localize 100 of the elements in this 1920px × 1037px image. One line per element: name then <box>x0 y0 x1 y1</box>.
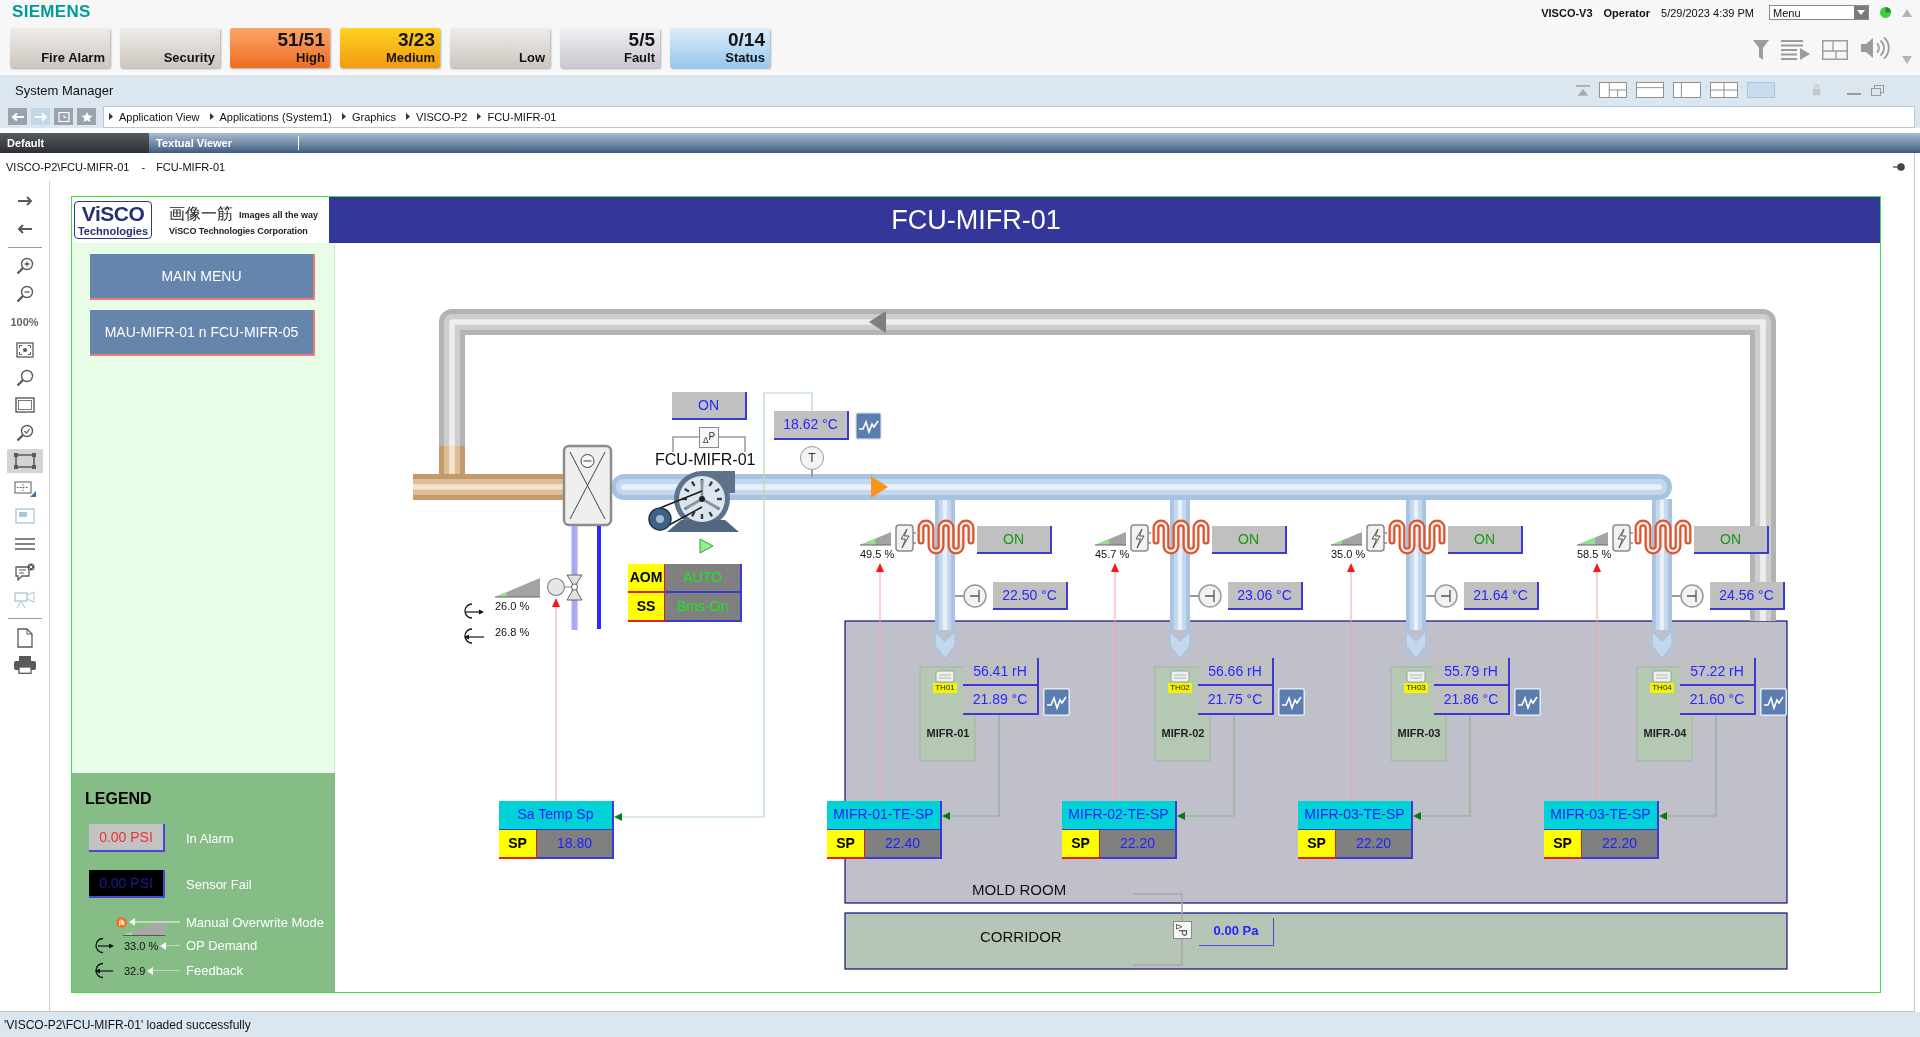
page-clock-icon <box>56 111 71 122</box>
lightning-icon <box>1366 524 1388 552</box>
percent-reading: 26.0 % <box>495 601 530 614</box>
legend-value: 32.9 <box>124 964 146 977</box>
setpoint-label: SP <box>499 830 537 859</box>
trend-icon[interactable] <box>1278 688 1305 716</box>
pressure-sensor: $_{Δ}$P <box>699 427 719 448</box>
menu-icon <box>14 538 35 551</box>
restore-icon[interactable] <box>1871 84 1884 96</box>
speaker-icon[interactable] <box>1860 36 1890 60</box>
nav-button[interactable]: MAIN MENU <box>90 254 315 300</box>
alarm-button[interactable]: Fire Alarm <box>10 28 110 68</box>
alarm-button[interactable]: Low <box>450 28 550 68</box>
menu-dropdown[interactable]: Menu <box>1769 5 1869 20</box>
breadcrumb-link[interactable]: FCU-MIFR-01 <box>487 110 557 123</box>
flow-arrow-icon <box>1651 629 1673 661</box>
setpoint-label: SP <box>827 830 865 859</box>
caret-up-icon[interactable] <box>1902 8 1912 17</box>
setpoint-value: 22.20 <box>1100 830 1177 859</box>
page-icon <box>16 627 33 648</box>
caret-right-icon <box>477 113 482 120</box>
collapse-icon[interactable] <box>1576 84 1590 96</box>
alarm-button[interactable]: 5/5 Fault <box>560 28 660 68</box>
flow-arrow-icon <box>869 311 886 333</box>
view-tab[interactable]: Default <box>0 133 149 153</box>
temperature-display: 23.06 °C <box>1228 582 1303 610</box>
caret-down-icon[interactable] <box>1902 56 1912 64</box>
demand-icon <box>92 937 114 954</box>
feedback-icon <box>464 628 485 644</box>
alarm-button[interactable]: Security <box>120 28 220 68</box>
pin-icon[interactable] <box>1893 163 1905 171</box>
select-area-button[interactable] <box>6 448 43 473</box>
percent-reading: 49.5 % <box>860 549 895 562</box>
temperature-sensor: T <box>800 446 824 470</box>
caret-right-icon <box>342 113 346 120</box>
date-time: 5/29/2023 4:39 PM <box>1661 6 1754 19</box>
rectangle-icon <box>14 397 35 414</box>
breadcrumb-link[interactable]: Graphics <box>352 110 397 123</box>
zoom-in-icon <box>15 257 34 276</box>
flow-arrow-icon <box>1169 629 1191 661</box>
alarm-button[interactable]: 51/51 High <box>230 28 330 68</box>
start-stop-label: SS <box>628 593 665 622</box>
heating-coil-icon <box>917 519 975 555</box>
temperature-display: 21.86 °C <box>1434 686 1510 715</box>
thermostat-icon <box>1406 670 1426 683</box>
comment-icon <box>14 563 35 582</box>
pane-layout-icon[interactable] <box>1673 82 1701 98</box>
temperature-sensor-icon <box>1189 584 1222 608</box>
pane-layout-icon[interactable] <box>1710 82 1738 98</box>
alarm-button[interactable]: 3/23 Medium <box>340 28 440 68</box>
heating-coil-icon <box>1388 519 1446 555</box>
window-layout-icon[interactable] <box>1822 40 1848 60</box>
breadcrumb-link[interactable]: Application View <box>119 110 200 123</box>
mode-label: AOM <box>628 564 665 593</box>
document-name: FCU-MIFR-01 <box>156 161 226 173</box>
status-display: ON <box>1212 526 1287 554</box>
fail-value-display: 0.00 PSI <box>89 870 165 898</box>
temperature-display: 24.56 °C <box>1710 582 1785 610</box>
graphic-title: FCU-MIFR-01 <box>891 204 1061 236</box>
nav-button[interactable]: MAU-MIFR-01 n FCU-MIFR-05 <box>90 310 315 356</box>
trend-icon[interactable] <box>1760 688 1787 716</box>
view-tab[interactable]: Textual Viewer <box>149 133 298 153</box>
trend-icon[interactable] <box>855 412 882 440</box>
camera-icon <box>13 590 36 609</box>
caret-right-icon <box>109 113 113 120</box>
setpoint-title: MIFR-01-TE-SP <box>827 801 942 830</box>
breadcrumb-link[interactable]: VISCO-P2 <box>416 110 468 123</box>
humidity-display: 56.41 rH <box>963 658 1039 686</box>
sensor-stem <box>811 469 813 478</box>
logo-tagline: Images all the way <box>239 209 319 220</box>
alarm-button[interactable]: 0/14 Status <box>670 28 770 68</box>
valve-icon <box>546 574 583 601</box>
trend-icon[interactable] <box>1514 688 1541 716</box>
search-icon <box>15 368 34 387</box>
heating-coil-icon <box>1634 519 1692 555</box>
playlist-icon[interactable] <box>1781 40 1810 60</box>
favorites-button[interactable] <box>77 108 96 125</box>
feedback-icon <box>92 962 114 979</box>
zoom-out-icon <box>15 285 34 304</box>
trend-icon[interactable] <box>1043 688 1070 716</box>
history-button[interactable] <box>54 108 73 125</box>
temperature-display: 21.89 °C <box>963 686 1039 715</box>
document-path: VISCO-P2\FCU-MIFR-01 <box>6 161 130 173</box>
pane-layout-icon[interactable] <box>1636 82 1664 98</box>
filter-icon[interactable] <box>1753 40 1769 60</box>
setpoint-title: MIFR-03-TE-SP <box>1298 801 1413 830</box>
setpoint-label: SP <box>1544 830 1582 859</box>
mode-value: AUTO <box>665 564 742 593</box>
user-name: Operator <box>1603 6 1651 19</box>
breadcrumb-link[interactable]: Applications (System1) <box>219 110 332 123</box>
temperature-display: 21.60 °C <box>1680 686 1756 715</box>
run-indicator-icon <box>699 538 714 554</box>
alarm-value-display: 0.00 PSI <box>89 824 165 852</box>
legend-label: Manual Overwrite Mode <box>186 915 324 930</box>
status-display: ON <box>1448 526 1523 554</box>
heating-coil-icon <box>1152 519 1210 555</box>
temperature-sensor-icon <box>954 584 987 608</box>
pane-layout-icon[interactable] <box>1599 82 1627 98</box>
logo-motto: 画像一筋 <box>169 204 233 223</box>
zoom-level-button[interactable]: 100% <box>6 310 43 334</box>
